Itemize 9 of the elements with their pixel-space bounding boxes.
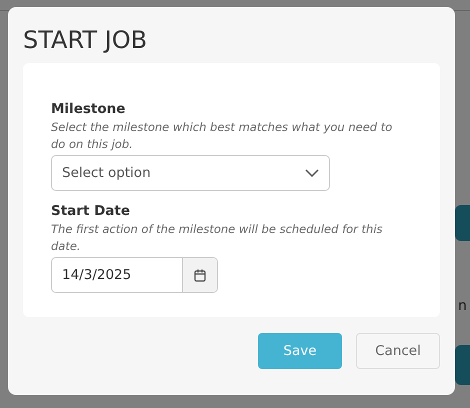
cancel-button[interactable]: Cancel [356,333,440,369]
milestone-select[interactable]: Select option [51,155,330,191]
dialog-title: START JOB [23,27,148,53]
field-label: Start Date [51,203,132,219]
field-description: The first action of the milestone will be scheduled for this date. [51,221,384,255]
field-description: Select the milestone which best matches what you need to do on this job. [51,119,394,153]
field-label: Milestone [51,101,126,117]
page-text: n [458,298,467,314]
chevron-down-icon [305,169,319,177]
